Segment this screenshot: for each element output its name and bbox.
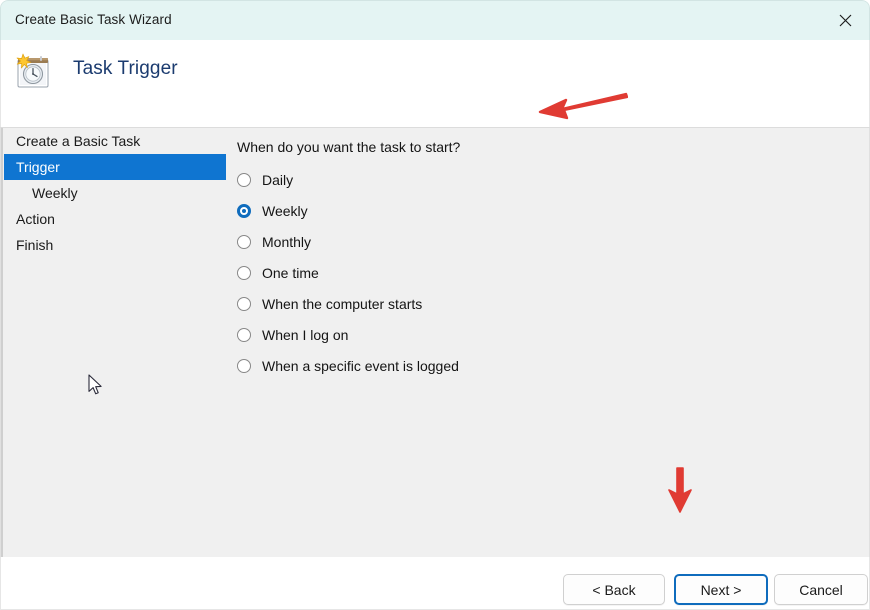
sidebar-item-label: Action: [16, 211, 55, 227]
trigger-radio-group: Daily Weekly Monthly One time When the c: [237, 164, 837, 381]
radio-option-one-time[interactable]: One time: [237, 257, 837, 288]
radio-option-weekly[interactable]: Weekly: [237, 195, 837, 226]
radio-button-icon[interactable]: [237, 265, 251, 280]
radio-option-label: Daily: [262, 171, 294, 188]
radio-button-icon[interactable]: [237, 358, 251, 373]
radio-option-when-i-log-on[interactable]: When I log on: [237, 319, 837, 350]
radio-option-label: Weekly: [262, 202, 308, 219]
trigger-options-content: When do you want the task to start? Dail…: [237, 128, 837, 381]
back-button[interactable]: < Back: [563, 574, 665, 605]
annotation-arrow-left-icon: [536, 92, 629, 120]
sidebar-item-label: Finish: [16, 237, 54, 253]
radio-option-label: When the computer starts: [262, 295, 423, 312]
radio-option-label: One time: [262, 264, 319, 281]
radio-option-when-a-specific-event-is-logged[interactable]: When a specific event is logged: [237, 350, 837, 381]
sidebar-item-label: Trigger: [16, 159, 60, 175]
sidebar-item-label: Create a Basic Task: [16, 133, 141, 149]
sidebar-item-trigger[interactable]: Trigger: [4, 154, 226, 180]
radio-option-daily[interactable]: Daily: [237, 164, 837, 195]
close-button[interactable]: [821, 1, 869, 40]
radio-option-label: Monthly: [262, 233, 312, 250]
wizard-footer: < Back Next > Cancel: [0, 557, 870, 610]
wizard-body-panel: Create a Basic Task Trigger Weekly Actio…: [0, 128, 870, 557]
sidebar-item-finish[interactable]: Finish: [4, 232, 226, 258]
close-icon: [839, 14, 852, 27]
panel-left-rule: [1, 128, 3, 557]
radio-button-icon[interactable]: [237, 327, 251, 342]
page-title: Task Trigger: [73, 58, 178, 79]
radio-button-icon[interactable]: [237, 172, 251, 187]
sidebar-item-create-a-basic-task[interactable]: Create a Basic Task: [4, 128, 226, 154]
sidebar-item-label: Weekly: [32, 185, 78, 201]
radio-button-icon[interactable]: [237, 234, 251, 249]
next-button[interactable]: Next >: [674, 574, 768, 605]
wizard-header: Task Trigger: [0, 40, 870, 128]
radio-button-icon[interactable]: [237, 296, 251, 311]
window-title: Create Basic Task Wizard: [15, 12, 172, 27]
annotation-arrow-down-icon: [664, 466, 696, 514]
radio-option-when-the-computer-starts[interactable]: When the computer starts: [237, 288, 837, 319]
task-scheduler-calendar-clock-icon: [11, 49, 57, 95]
create-basic-task-wizard-window: Create Basic Task Wizard Task Trigger Cr…: [0, 0, 870, 610]
wizard-steps-sidebar: Create a Basic Task Trigger Weekly Actio…: [4, 128, 226, 258]
next-button-label: Next >: [700, 581, 742, 598]
back-button-label: < Back: [592, 581, 636, 598]
radio-option-label: When I log on: [262, 326, 349, 343]
title-bar: Create Basic Task Wizard: [0, 0, 870, 40]
sidebar-item-weekly[interactable]: Weekly: [4, 180, 226, 206]
cancel-button[interactable]: Cancel: [774, 574, 868, 605]
radio-option-monthly[interactable]: Monthly: [237, 226, 837, 257]
question-label: When do you want the task to start?: [237, 139, 461, 155]
radio-button-selected-icon[interactable]: [237, 203, 251, 218]
mouse-cursor-icon: [88, 374, 104, 398]
cancel-button-label: Cancel: [799, 581, 843, 598]
sidebar-item-action[interactable]: Action: [4, 206, 226, 232]
radio-option-label: When a specific event is logged: [262, 357, 459, 374]
